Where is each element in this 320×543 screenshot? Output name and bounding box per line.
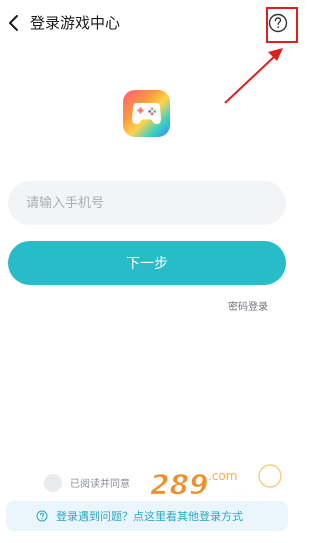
- login-help-bar[interactable]: 登录遇到问题？点这里看其他登录方式: [6, 501, 288, 531]
- watermark-domain: .com: [208, 469, 237, 483]
- agreement-text: 已阅读并同意: [70, 479, 130, 490]
- page-title: 登录游戏中心: [30, 14, 121, 32]
- password-login-link[interactable]: 密码登录: [228, 298, 268, 313]
- login-help-text: 登录遇到问题？点这里看其他登录方式: [56, 510, 243, 523]
- site-watermark: 289 .com 手游网: [146, 464, 282, 504]
- next-button[interactable]: 下一步: [8, 241, 286, 285]
- watermark-number: 289: [150, 468, 208, 501]
- header: 登录游戏中心: [0, 0, 308, 48]
- gamepad-icon: [132, 103, 161, 124]
- game-center-logo: [123, 90, 170, 137]
- watermark-circle-icon: [258, 464, 282, 488]
- question-circle-icon: [36, 510, 48, 522]
- phone-input[interactable]: [8, 181, 286, 225]
- chevron-left-icon[interactable]: [6, 12, 24, 34]
- login-screen: 登录游戏中心 下一步 密码登录 已阅读并同意 289 .com: [0, 0, 308, 543]
- agreement-checkbox[interactable]: [44, 474, 62, 492]
- annotation-highlight-box: [266, 7, 298, 43]
